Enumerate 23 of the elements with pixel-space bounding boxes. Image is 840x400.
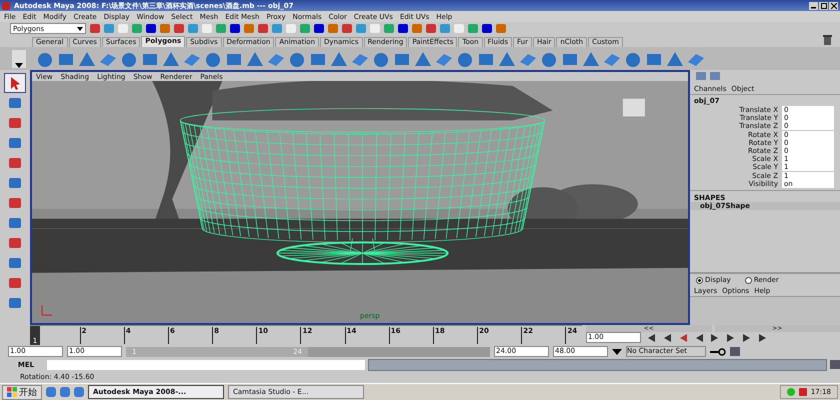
polygon-tool-icon[interactable] (161, 50, 181, 68)
polygon-tool-icon[interactable] (329, 50, 349, 68)
dropdown-arrow-icon[interactable] (612, 348, 622, 354)
close-button[interactable] (829, 2, 838, 10)
close-icon (830, 2, 836, 8)
shelf-menu-button[interactable] (12, 50, 26, 68)
polygon-tool-icon[interactable] (245, 50, 265, 68)
start-button[interactable]: 开始 (2, 384, 42, 400)
key-icon[interactable] (710, 348, 726, 356)
polygon-tool-icon[interactable] (665, 50, 685, 68)
polygon-tool-icon[interactable] (581, 50, 601, 68)
trash-icon[interactable] (823, 35, 832, 45)
caret-icon (15, 62, 23, 68)
minimize-button[interactable] (809, 2, 818, 10)
app-logo-icon (2, 2, 10, 10)
polygon-tool-icon[interactable] (497, 50, 517, 68)
start-logo-icon (7, 387, 17, 397)
command-input-field[interactable] (47, 360, 365, 370)
maximize-button[interactable] (819, 2, 828, 10)
caret-icon (77, 26, 83, 30)
polygon-tool-icon[interactable] (77, 50, 97, 68)
maximize-icon (820, 2, 826, 8)
polygon-tool-icon[interactable] (413, 50, 433, 68)
